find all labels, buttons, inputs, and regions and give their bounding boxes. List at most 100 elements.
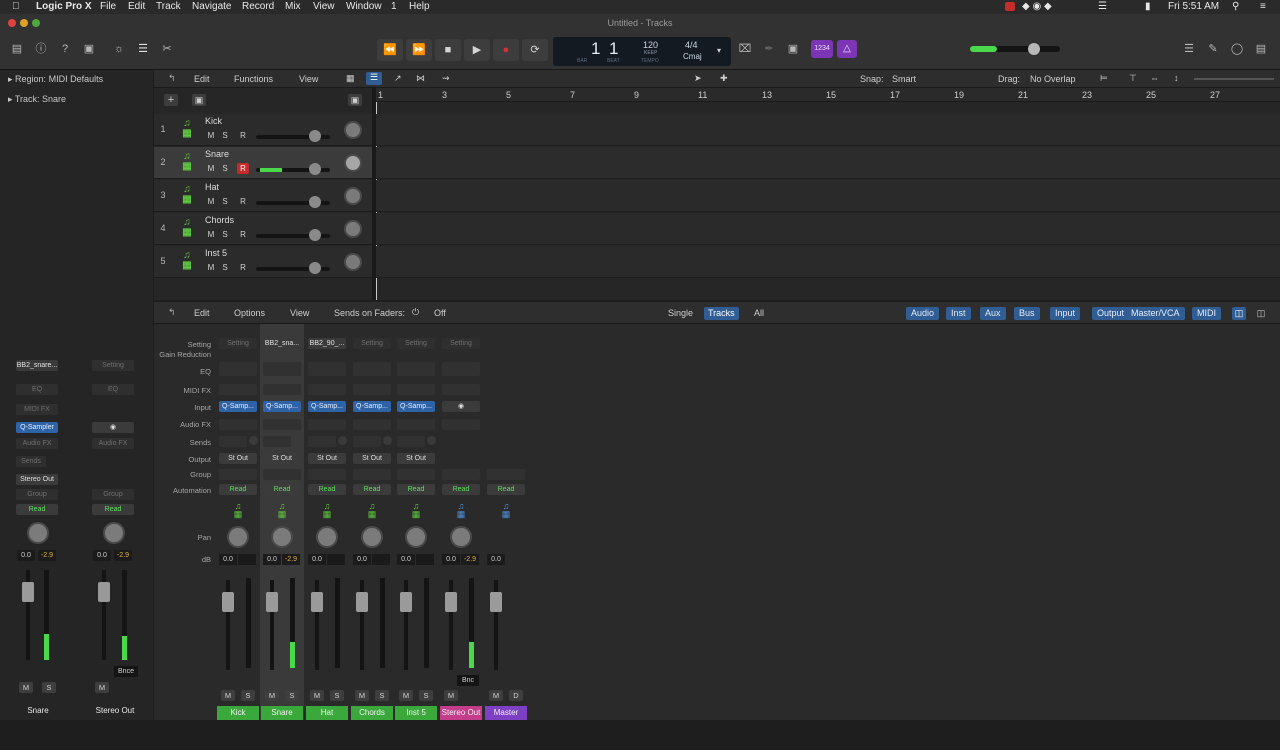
solo-button[interactable]: S [219,229,231,240]
volume-knob[interactable] [309,196,321,208]
inspector2-audiofx-slot[interactable]: Audio FX [92,438,134,449]
audiofx-slot[interactable] [397,419,435,430]
menu-navigate[interactable]: Navigate [192,0,231,14]
automation-slot[interactable]: Read [487,484,525,495]
inspector-output-slot[interactable]: Stereo Out [16,474,58,485]
inspector-pan-knob[interactable] [27,522,49,544]
send-knob[interactable] [427,436,436,445]
fader-cap[interactable] [445,592,457,612]
mute-button[interactable]: M [355,690,369,701]
midifx-slot[interactable] [397,384,435,395]
inspector2-bounce-button[interactable]: Bnce [114,666,138,677]
lcd-chevron-down-icon[interactable]: ▾ [717,46,721,55]
bar-ruler[interactable]: 1 3 5 7 9 11 13 15 17 19 21 23 25 27 [376,88,1280,102]
volume-value[interactable]: 0.0 [397,554,415,565]
mute-button[interactable]: M [205,196,217,207]
inspector-solo-button[interactable]: S [42,682,56,693]
apple-icon[interactable]:  [12,0,20,14]
volume-knob[interactable] [309,163,321,175]
inspector2-mute-button[interactable]: M [95,682,109,693]
solo-button[interactable]: S [419,690,433,701]
waveform-zoom-icon[interactable]: ⊨ [1100,73,1108,84]
send-knob[interactable] [383,436,392,445]
tuner-icon[interactable]: ✒ [760,40,778,58]
midifx-slot[interactable] [353,384,391,395]
record-button[interactable]: ● [493,39,519,61]
group-slot[interactable] [263,469,301,480]
pencil-tool-icon[interactable]: ✚ [720,73,728,84]
mute-button[interactable]: M [221,690,235,701]
inspector-midifx-slot[interactable]: MIDI FX [16,404,58,415]
record-enable-button[interactable]: R [237,130,249,141]
fader-cap[interactable] [222,592,234,612]
volume-value[interactable]: 0.0 [219,554,237,565]
setting-slot[interactable]: BB2_90_... [308,338,346,349]
tab-single[interactable]: Single [664,307,697,320]
mixer-view-menu[interactable]: View [290,308,309,318]
strip-name[interactable]: Master [485,706,527,720]
filter-input[interactable]: Input [1050,307,1081,320]
menu-window[interactable]: Window [346,0,382,14]
eq-slot[interactable] [397,362,435,376]
volume-value[interactable]: 0.0 [263,554,281,565]
setting-slot[interactable]: Setting [353,338,391,349]
eq-slot[interactable] [353,362,391,376]
filter-inst[interactable]: Inst [946,307,971,320]
group-slot[interactable] [219,469,257,480]
automation-slot[interactable]: Read [397,484,435,495]
inspector2-fader-cap[interactable] [98,582,110,602]
inspector-setting-slot[interactable]: BB2_snare... [16,360,58,371]
sends-slot[interactable] [308,436,336,447]
output-slot[interactable]: St Out [397,453,435,464]
pan-knob[interactable] [344,154,362,172]
list-editors-icon[interactable]: ☰ [1180,40,1198,58]
tracks-edit-menu[interactable]: Edit [194,74,210,84]
track-lane-snare[interactable] [376,147,1280,179]
app-menu[interactable]: Logic Pro X [36,0,92,14]
input-slot[interactable]: Q-Samp... [353,401,391,412]
inspector2-volume-value[interactable]: 0.0 [93,550,111,561]
volume-knob[interactable] [309,262,321,274]
mute-button[interactable]: M [205,163,217,174]
stop-button[interactable]: ■ [435,39,461,61]
pan-knob[interactable] [227,526,249,548]
inspector-icon[interactable]: ⓘ [32,40,50,58]
inspector-instrument-slot[interactable]: Q-Sampler [16,422,58,433]
master-volume-slider[interactable] [970,43,1060,55]
menu-view[interactable]: View [313,0,335,14]
horizontal-zoom-icon[interactable]: ⇔ [1150,73,1159,83]
group-slot[interactable] [397,469,435,480]
inspector-mute-button[interactable]: M [19,682,33,693]
duplicate-track-icon[interactable]: ▣ [192,94,206,106]
quick-help-icon[interactable]: ? [56,40,74,58]
track-inspector-header[interactable]: ▸ Track: Snare [8,94,66,105]
strip-name[interactable]: Inst 5 [395,706,437,720]
send-knob[interactable] [293,436,302,445]
mixer-options-menu[interactable]: Options [234,308,265,318]
editors-icon[interactable]: ✂ [158,40,176,58]
mixer-edit-menu[interactable]: Edit [194,308,210,318]
input-slot[interactable]: Q-Samp... [219,401,257,412]
eq-slot[interactable] [308,362,346,376]
record-enable-button[interactable]: R [237,262,249,273]
send-knob[interactable] [249,436,258,445]
inspector2-eq-slot[interactable]: EQ [92,384,134,395]
battery-icon[interactable]: ▮ [1145,0,1151,14]
mute-button[interactable]: M [205,262,217,273]
close-icon[interactable] [8,19,16,27]
eq-slot[interactable] [263,362,301,376]
pan-knob[interactable] [344,253,362,271]
track-lane-kick[interactable] [376,114,1280,146]
pan-knob[interactable] [344,220,362,238]
mute-button[interactable]: M [310,690,324,701]
toolbar-icon[interactable]: ▣ [80,40,98,58]
track-name[interactable]: Snare [205,149,229,159]
strip-name[interactable]: Chords [351,706,393,720]
solo-button[interactable]: S [285,690,299,701]
volume-value[interactable]: 0.0 [487,554,505,565]
add-track-icon[interactable]: + [164,94,178,106]
mute-button[interactable]: M [399,690,413,701]
mute-button[interactable]: M [489,690,503,701]
volume-knob[interactable] [309,130,321,142]
automation-slot[interactable]: Read [308,484,346,495]
